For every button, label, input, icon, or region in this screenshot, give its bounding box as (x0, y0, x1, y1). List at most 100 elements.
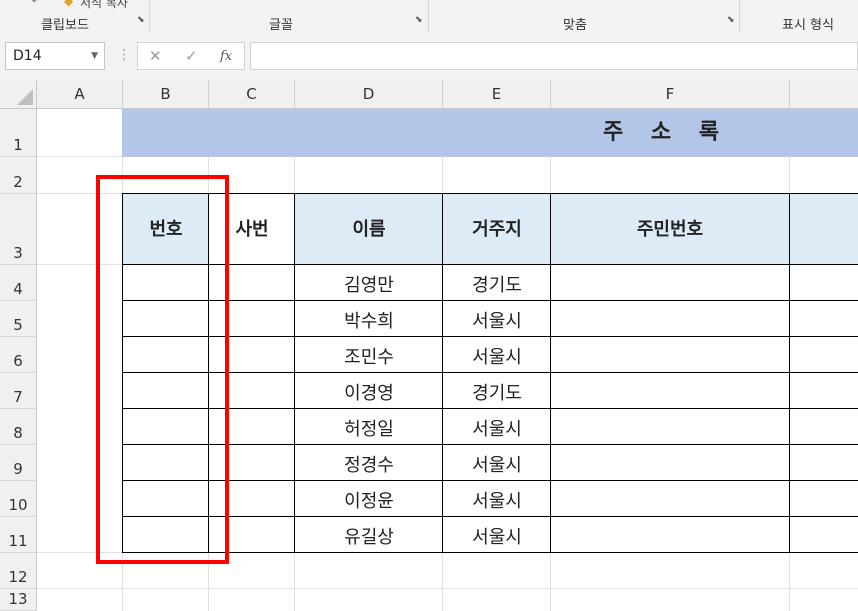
chevron-down-icon[interactable]: ▼ (91, 43, 98, 69)
table-cell[interactable] (208, 480, 295, 517)
ribbon-group-divider (149, 0, 150, 32)
table-cell[interactable] (122, 408, 209, 445)
table-cell[interactable] (550, 480, 790, 517)
table-cell[interactable] (550, 408, 790, 445)
format-painter-label[interactable]: 서식 복사 (80, 0, 128, 11)
ribbon-group-font-label: 글꼴 (269, 18, 293, 33)
table-cell[interactable] (550, 444, 790, 481)
table-cell[interactable] (550, 264, 790, 301)
column-header-c[interactable]: C (209, 80, 295, 109)
name-box[interactable]: D14 ▼ (5, 42, 105, 70)
table-cell[interactable] (122, 336, 209, 373)
person-name: 이경영 (344, 383, 394, 404)
formula-bar: D14 ▼ ⋮ ✕ ✓ fx (0, 34, 858, 80)
insert-function-icon[interactable]: fx (220, 49, 232, 64)
person-region: 서울시 (472, 527, 522, 548)
table-cell[interactable] (789, 480, 858, 517)
table-cell[interactable] (789, 444, 858, 481)
row-header-11[interactable]: 11 (0, 517, 37, 553)
cancel-icon[interactable]: ✕ (149, 47, 162, 65)
format-painter-icon[interactable]: ◆ (64, 0, 73, 8)
ribbon: ⌄ ◆ 서식 복사 클립보드 ⬊ 글꼴 ⬊ 맞춤 ⬊ 표시 형식 (0, 0, 858, 35)
column-header-d[interactable]: D (295, 80, 443, 109)
row-header-9[interactable]: 9 (0, 445, 37, 481)
table-cell[interactable] (789, 264, 858, 301)
chevron-down-icon[interactable]: ⌄ (30, 0, 38, 5)
row-header-8[interactable]: 8 (0, 409, 37, 445)
table-cell[interactable] (550, 300, 790, 337)
table-cell[interactable] (550, 336, 790, 373)
more-options-icon[interactable]: ⋮ (117, 46, 131, 64)
person-name: 이정윤 (344, 491, 394, 512)
person-region: 서울시 (472, 347, 522, 368)
column-header-g[interactable] (790, 80, 858, 109)
row-header-5[interactable]: 5 (0, 301, 37, 337)
row-header-3[interactable]: 3 (0, 194, 37, 265)
formula-input[interactable] (250, 42, 858, 70)
name-box-value: D14 (13, 48, 42, 64)
person-name: 유길상 (344, 527, 394, 548)
person-region: 경기도 (472, 275, 522, 296)
row-header-13[interactable]: 13 (0, 589, 37, 611)
formula-buttons: ✕ ✓ fx (137, 42, 245, 70)
table-cell[interactable] (122, 444, 209, 481)
person-name: 박수희 (344, 311, 394, 332)
select-all-triangle-icon (17, 89, 33, 105)
table-cell[interactable] (208, 264, 295, 301)
column-header-a[interactable]: A (37, 80, 123, 109)
table-cell[interactable] (122, 264, 209, 301)
person-name: 정경수 (344, 455, 394, 476)
table-cell[interactable] (208, 516, 295, 553)
table-cell[interactable] (208, 300, 295, 337)
person-region: 서울시 (472, 491, 522, 512)
ribbon-group-divider (739, 0, 740, 32)
table-cell[interactable] (789, 372, 858, 409)
table-cell[interactable] (789, 300, 858, 337)
ribbon-group-clipboard-label: 클립보드 (41, 18, 89, 33)
person-region: 서울시 (472, 311, 522, 332)
table-cell[interactable] (789, 408, 858, 445)
gridline (37, 588, 858, 589)
person-name: 조민수 (344, 347, 394, 368)
table-cell[interactable] (122, 300, 209, 337)
table-cell[interactable] (208, 336, 295, 373)
table-cell[interactable] (789, 336, 858, 373)
row-header-4[interactable]: 4 (0, 265, 37, 301)
column-header-b[interactable]: B (123, 80, 209, 109)
table-cell[interactable] (122, 480, 209, 517)
clipboard-dialog-launcher-icon[interactable]: ⬊ (137, 16, 146, 25)
row-header-6[interactable]: 6 (0, 337, 37, 373)
enter-icon[interactable]: ✓ (185, 47, 198, 65)
font-dialog-launcher-icon[interactable]: ⬊ (415, 16, 424, 25)
table-cell[interactable] (550, 516, 790, 553)
table-cell[interactable] (122, 372, 209, 409)
person-region: 서울시 (472, 419, 522, 440)
table-cell[interactable] (208, 408, 295, 445)
person-name: 허정일 (344, 419, 394, 440)
ribbon-group-alignment-label: 맞춤 (563, 18, 587, 33)
header-label-residence: 거주지 (472, 219, 522, 240)
table-cell[interactable] (550, 372, 790, 409)
title-cell[interactable] (122, 109, 858, 157)
row-header-10[interactable]: 10 (0, 481, 37, 517)
ribbon-group-divider (428, 0, 429, 32)
column-header-f[interactable]: F (551, 80, 790, 109)
header-label-name: 이름 (352, 219, 386, 240)
row-header-7[interactable]: 7 (0, 373, 37, 409)
row-header-1[interactable]: 1 (0, 109, 37, 157)
column-header-e[interactable]: E (443, 80, 551, 109)
header-label-employee-id: 사번 (235, 219, 269, 240)
table-cell[interactable] (789, 516, 858, 553)
select-all-button[interactable] (0, 80, 37, 109)
row-header-12[interactable]: 12 (0, 553, 37, 589)
person-region: 경기도 (472, 383, 522, 404)
alignment-dialog-launcher-icon[interactable]: ⬊ (727, 16, 736, 25)
table-cell[interactable] (208, 372, 295, 409)
table-cell[interactable] (208, 444, 295, 481)
table-cell[interactable] (122, 516, 209, 553)
person-name: 김영만 (344, 275, 394, 296)
ribbon-group-number-label: 표시 형식 (782, 18, 834, 33)
header-cell-extra[interactable] (789, 193, 858, 265)
row-header-2[interactable]: 2 (0, 157, 37, 194)
worksheet-grid[interactable]: A B C D E F 1 2 3 4 5 6 7 8 9 10 11 12 1… (0, 80, 858, 611)
